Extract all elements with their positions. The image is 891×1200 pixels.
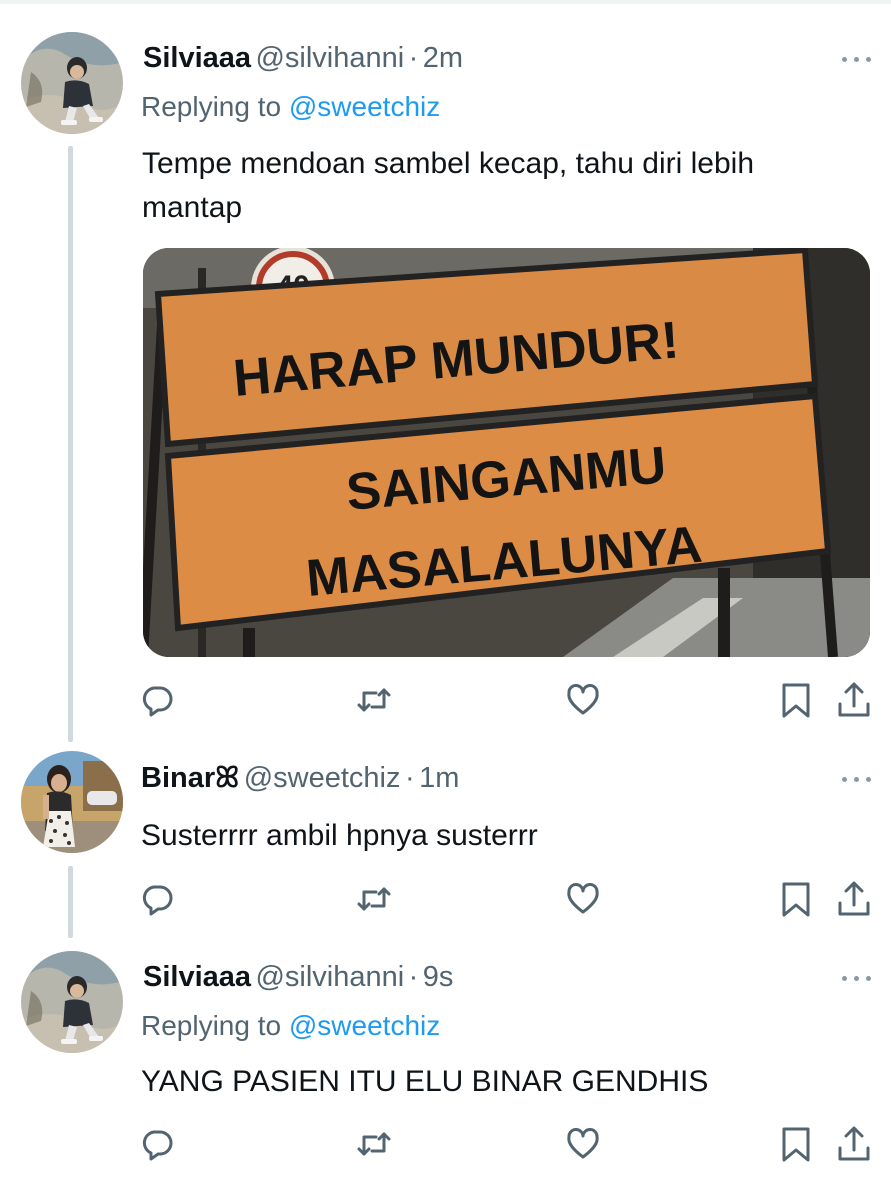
user-handle[interactable]: @sweetchiz [244, 762, 401, 794]
bookmark-icon[interactable] [776, 879, 816, 919]
thread-line [68, 146, 73, 742]
user-handle[interactable]: @silvihanni [255, 42, 404, 74]
replying-mention[interactable]: @sweetchiz [289, 91, 440, 122]
avatar-silviaaa[interactable] [21, 32, 123, 134]
user-handle[interactable]: @silvihanni [255, 961, 404, 993]
top-divider [0, 0, 891, 4]
flower-emoji: ꕤ [215, 762, 240, 794]
replying-to: Replying to @sweetchiz [141, 93, 440, 121]
display-name[interactable]: Silviaaa [143, 961, 251, 993]
tweet-header: Silviaaa @silvihanni · 2m [143, 44, 463, 73]
replying-to: Replying to @sweetchiz [141, 1012, 440, 1040]
display-name[interactable]: Silviaaa [143, 42, 251, 74]
tweet-header: Binarꕤ @sweetchiz · 1m [141, 764, 459, 793]
avatar-silviaaa[interactable] [21, 951, 123, 1053]
reply-icon[interactable] [137, 879, 177, 919]
tweet-time[interactable]: 1m [419, 762, 459, 794]
tweet-time[interactable]: 2m [423, 42, 463, 74]
replying-prefix: Replying to [141, 91, 282, 122]
tweet-text: Tempe mendoan sambel kecap, tahu diri le… [142, 147, 755, 224]
replying-mention[interactable]: @sweetchiz [289, 1010, 440, 1041]
reply-icon[interactable] [137, 1124, 177, 1164]
share-icon[interactable] [834, 680, 874, 720]
more-icon[interactable] [842, 774, 878, 784]
separator-dot: · [408, 961, 419, 993]
share-icon[interactable] [834, 1124, 874, 1164]
like-icon[interactable] [563, 1124, 603, 1164]
bookmark-icon[interactable] [776, 1124, 816, 1164]
tweet-text: Susterrrr ambil hpnya susterrr [141, 819, 538, 852]
separator-dot: · [408, 42, 419, 74]
more-icon[interactable] [842, 54, 878, 64]
like-icon[interactable] [563, 680, 603, 720]
thread-line [68, 866, 73, 938]
avatar-binar[interactable] [21, 751, 123, 853]
tweet-header: Silviaaa @silvihanni · 9s [143, 963, 453, 992]
display-name[interactable]: Binar [141, 762, 215, 794]
share-icon[interactable] [834, 879, 874, 919]
tweet-time[interactable]: 9s [423, 961, 454, 993]
separator-dot: · [404, 762, 415, 794]
retweet-icon[interactable] [354, 1124, 394, 1164]
retweet-icon[interactable] [354, 680, 394, 720]
bookmark-icon[interactable] [776, 680, 816, 720]
retweet-icon[interactable] [354, 879, 394, 919]
reply-icon[interactable] [137, 680, 177, 720]
tweet-text: YANG PASIEN ITU ELU BINAR GENDHIS [141, 1065, 709, 1098]
like-icon[interactable] [563, 879, 603, 919]
tweet-image[interactable]: 40 HARAP MUNDUR! SAINGANMU MASALALUNYA [143, 248, 870, 657]
more-icon[interactable] [842, 973, 878, 983]
replying-prefix: Replying to [141, 1010, 282, 1041]
